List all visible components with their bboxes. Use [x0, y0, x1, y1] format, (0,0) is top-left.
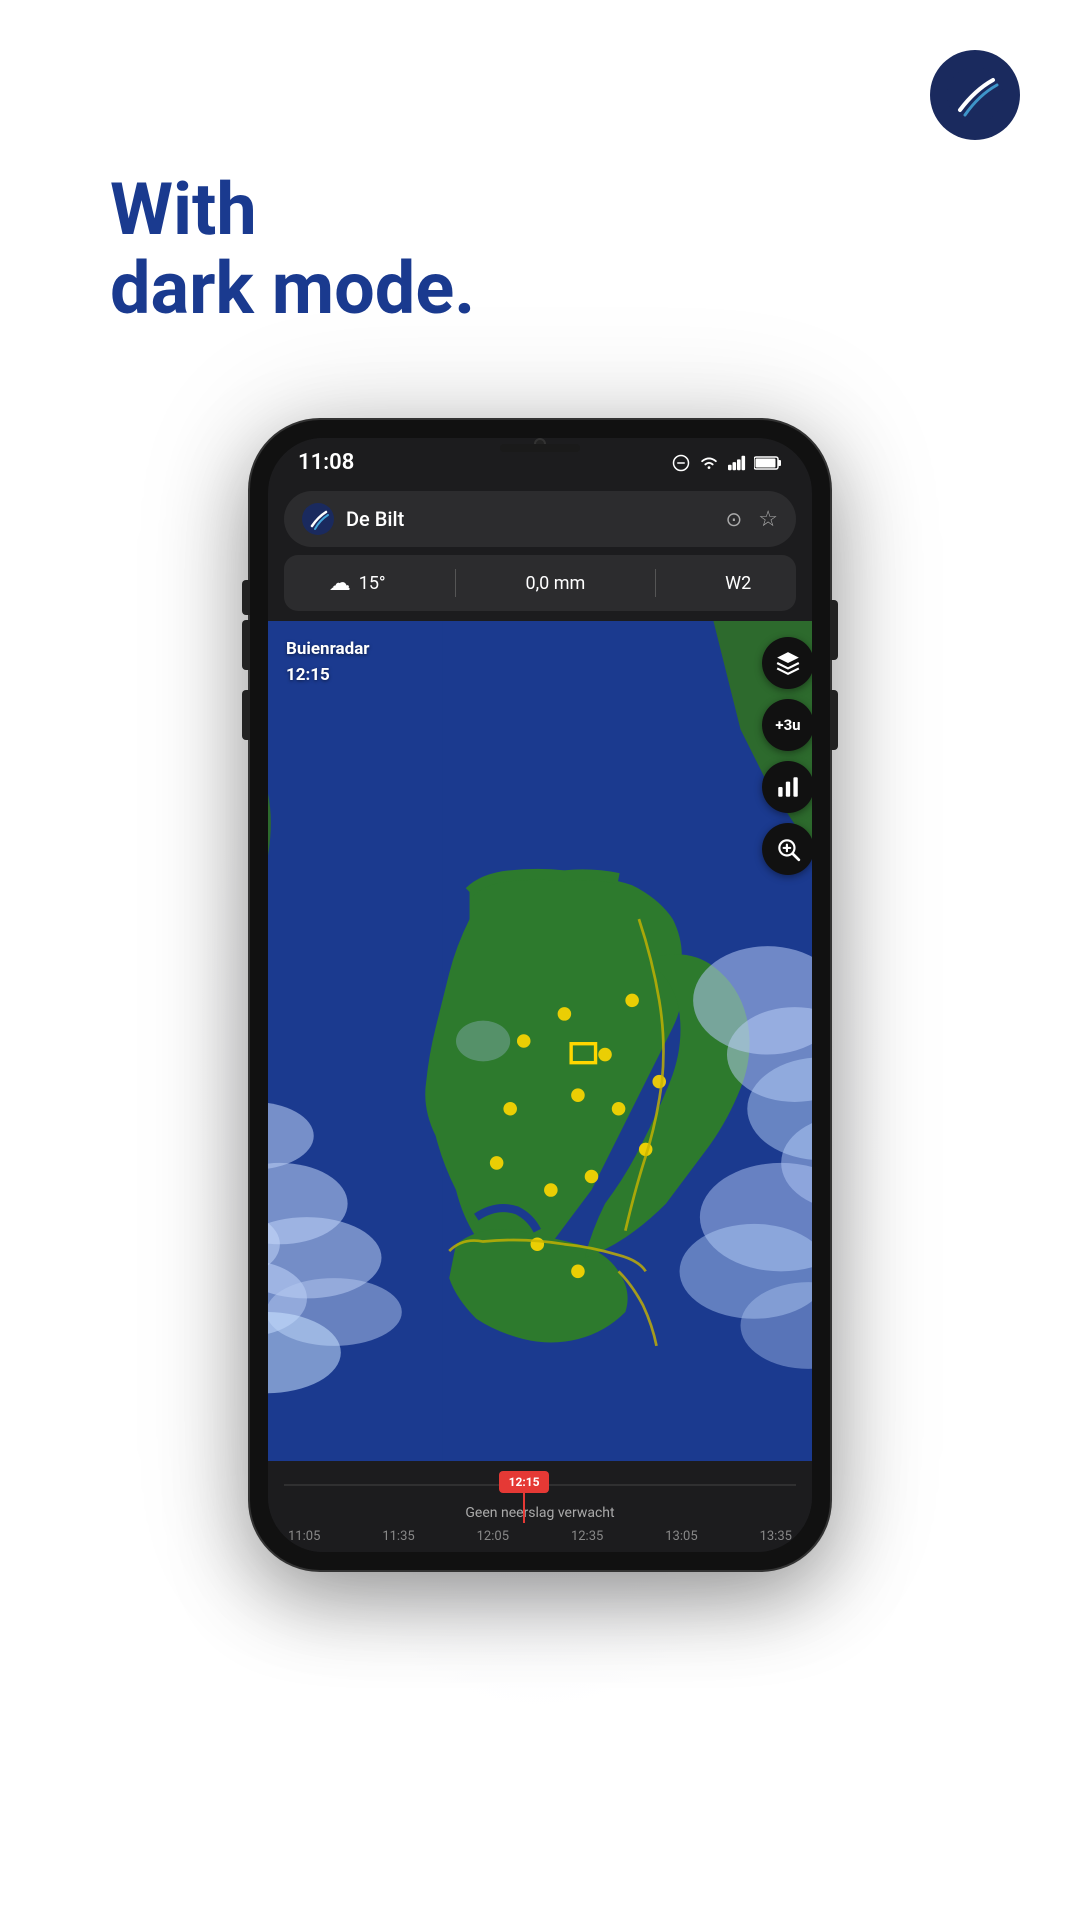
battery-icon: [754, 455, 782, 471]
zoom-button[interactable]: [762, 823, 812, 875]
cloud-icon: ☁: [329, 571, 351, 596]
map-radar-label: Buienradar 12:15: [286, 637, 370, 688]
headline-line1: With: [110, 170, 475, 249]
radar-time: 12:15: [286, 663, 370, 689]
time-label-4: 13:05: [665, 1529, 697, 1544]
layers-button[interactable]: [762, 637, 812, 689]
location-action-icons: ⊙ ☆: [726, 507, 779, 532]
time-label-5: 13:35: [760, 1529, 792, 1544]
app-logo-small: [302, 503, 334, 535]
volume-down-button: [242, 690, 250, 740]
wind-stat: W2: [725, 573, 751, 594]
radar-map[interactable]: Buienradar 12:15 +3u: [268, 621, 812, 1461]
time-label-0: 11:05: [288, 1529, 320, 1544]
weather-condition: ☁ 15°: [329, 571, 386, 596]
signal-icon: [728, 455, 746, 471]
time-offset-label: +3u: [775, 716, 800, 734]
gps-icon[interactable]: ⊙: [726, 507, 743, 531]
status-time: 11:08: [298, 450, 354, 475]
time-label-3: 12:35: [571, 1529, 603, 1544]
time-label-1: 11:35: [382, 1529, 414, 1544]
silent-button: [242, 580, 250, 615]
timeline-cursor-line: [523, 1493, 525, 1523]
temperature: 15°: [359, 573, 386, 594]
precipitation-value: 0,0 mm: [526, 573, 586, 594]
app-logo: [930, 50, 1020, 140]
divider-2: [655, 569, 656, 597]
headline-line2: dark mode.: [110, 249, 475, 328]
timeline-status: Geen neerslag verwacht: [284, 1505, 796, 1521]
location-bar[interactable]: De Bilt ⊙ ☆: [284, 491, 796, 547]
phone-mockup: 11:08: [240, 420, 840, 1570]
timeline-time-labels: 11:05 11:35 12:05 12:35 13:05 13:35: [284, 1529, 796, 1544]
city-name: De Bilt: [346, 507, 714, 531]
timeline-track: 12:15: [284, 1471, 796, 1499]
favorite-icon[interactable]: ☆: [758, 507, 778, 532]
divider-1: [455, 569, 456, 597]
headline: With dark mode.: [110, 170, 475, 328]
weather-stats-bar: ☁ 15° 0,0 mm W2: [284, 555, 796, 611]
timeline-cursor[interactable]: 12:15: [499, 1471, 549, 1493]
radar-title: Buienradar: [286, 637, 370, 663]
chart-button[interactable]: [762, 761, 812, 813]
timeline-current-time: 12:15: [509, 1475, 540, 1489]
precipitation-stat: 0,0 mm: [526, 573, 586, 594]
map-action-buttons: +3u: [762, 637, 812, 875]
volume-up-button: [242, 620, 250, 670]
do-not-disturb-icon: [672, 454, 690, 472]
speaker: [500, 444, 580, 452]
wifi-icon: [698, 454, 720, 472]
time-offset-button[interactable]: +3u: [762, 699, 812, 751]
time-label-2: 12:05: [477, 1529, 509, 1544]
status-icons: [672, 454, 782, 472]
wind-value: W2: [725, 573, 751, 594]
timeline-section[interactable]: 12:15 Geen neerslag verwacht 11:05 11:35…: [268, 1461, 812, 1552]
